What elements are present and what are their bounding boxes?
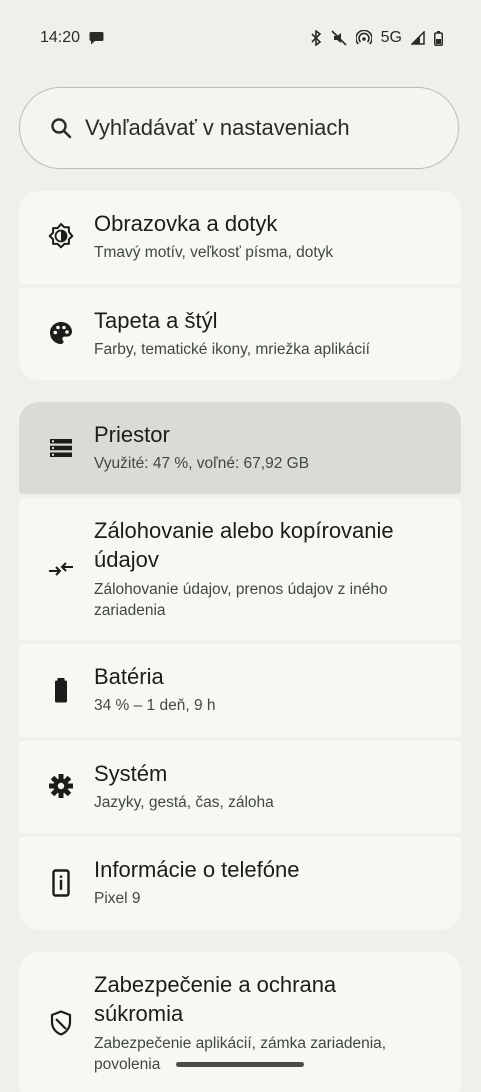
search-placeholder: Vyhľadávať v nastaveniach (85, 115, 350, 140)
settings-item-subtitle: Využité: 47 %, voľné: 67,92 GB (94, 455, 310, 472)
settings-item-subtitle: 34 % – 1 deň, 9 h (94, 697, 216, 714)
settings-item-storage[interactable]: Priestor Využité: 47 %, voľné: 67,92 GB (19, 402, 461, 494)
settings-item-subtitle: Zálohovanie údajov, prenos údajov z inéh… (94, 581, 388, 619)
palette-icon (47, 319, 75, 347)
settings-item-title: Tapeta a štýl (94, 308, 218, 333)
storage-icon (47, 434, 75, 462)
phone-info-icon (47, 869, 75, 897)
transfer-icon (47, 555, 75, 583)
settings-item-about-phone[interactable]: Informácie o telefóne Pixel 9 (19, 837, 461, 930)
message-icon (89, 31, 104, 50)
settings-item-security[interactable]: Zabezpečenie a ochrana súkromia Zabezpeč… (19, 952, 461, 1092)
settings-item-system[interactable]: Systém Jazyky, gestá, čas, záloha (19, 741, 461, 833)
settings-item-display[interactable]: Obrazovka a dotyk Tmavý motív, veľkosť p… (19, 191, 461, 284)
status-bar: 14:20 5G (0, 0, 481, 78)
gear-icon (47, 772, 75, 800)
battery-icon (47, 677, 75, 705)
settings-item-subtitle: Jazyky, gestá, čas, záloha (94, 794, 274, 811)
settings-item-title: Informácie o telefóne (94, 857, 300, 882)
battery-icon (434, 30, 443, 46)
status-time: 14:20 (40, 29, 81, 46)
settings-item-title: Batéria (94, 664, 164, 689)
display-brightness-icon (47, 222, 75, 250)
search-icon (50, 117, 72, 139)
settings-item-battery[interactable]: Batéria 34 % – 1 deň, 9 h (19, 644, 461, 737)
signal-icon (411, 31, 425, 45)
settings-item-title: Systém (94, 761, 168, 786)
settings-item-subtitle: Farby, tematické ikony, mriežka aplikáci… (94, 341, 370, 358)
gesture-navigation-bar[interactable] (176, 1062, 304, 1067)
settings-item-wallpaper[interactable]: Tapeta a štýl Farby, tematické ikony, mr… (19, 288, 461, 380)
settings-item-subtitle: Zabezpečenie aplikácií, zámka zariadenia… (94, 1035, 387, 1073)
settings-item-backup[interactable]: Zálohovanie alebo kopírovanie údajov Zál… (19, 498, 461, 640)
settings-item-title: Priestor (94, 422, 170, 447)
settings-item-title: Zabezpečenie a ochrana súkromia (94, 972, 337, 1026)
hotspot-icon (355, 30, 372, 46)
mute-icon (331, 30, 347, 46)
network-type: 5G (380, 29, 402, 46)
status-icons: 5G (310, 29, 443, 47)
settings-item-subtitle: Tmavý motív, veľkosť písma, dotyk (94, 244, 334, 261)
bluetooth-icon (310, 30, 322, 46)
settings-item-subtitle: Pixel 9 (94, 890, 141, 907)
settings-item-title: Zálohovanie alebo kopírovanie údajov (94, 518, 394, 572)
settings-item-title: Obrazovka a dotyk (94, 211, 278, 236)
search-bar[interactable]: Vyhľadávať v nastaveniach (19, 87, 459, 169)
shield-icon (47, 1009, 75, 1037)
